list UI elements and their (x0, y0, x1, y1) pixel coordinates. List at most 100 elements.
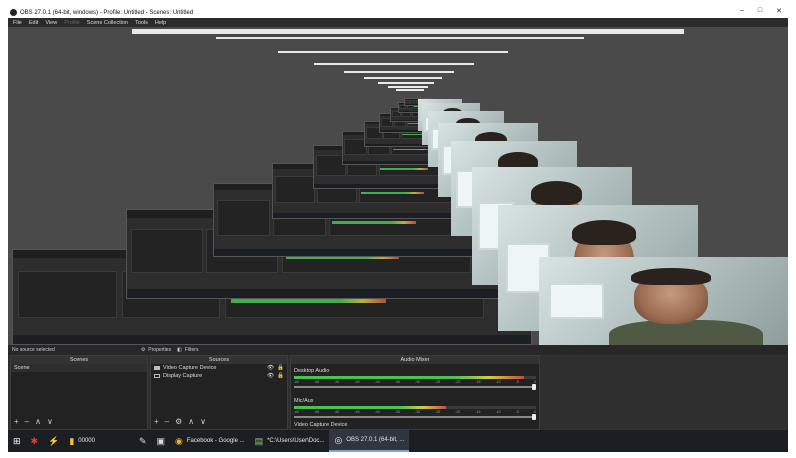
mixer-track-video-capture: Video Capture Device (294, 422, 536, 428)
scene-item[interactable]: Scene (11, 364, 147, 372)
taskbar-item[interactable]: ✎ (134, 430, 152, 452)
sources-dock: Sources Video Capture Device 👁 🔒 Display… (150, 355, 288, 430)
menu-file[interactable]: File (13, 20, 22, 26)
eye-icon[interactable]: 👁 (267, 365, 274, 371)
scale-tick: -50 (334, 380, 340, 384)
scale-tick: -60 (294, 410, 300, 414)
level-meter (294, 376, 536, 379)
audio-mixer-dock: Audio Mixer Desktop Audio -60 -55 -50 -45 -4… (290, 355, 540, 430)
track-name: Desktop Audio (294, 368, 330, 374)
app-red-icon: ✱ (30, 435, 39, 446)
scale-tick: -35 (394, 410, 400, 414)
maximize-button[interactable]: □ (758, 7, 762, 15)
scale-tick: -5 (515, 410, 519, 414)
scale-tick: -40 (374, 380, 380, 384)
taskbar-item-label: *C:\Users\User\Doc... (267, 438, 325, 444)
menu-scene-collection[interactable]: Scene Collection (87, 20, 128, 26)
move-scene-up-button[interactable]: ∧ (35, 417, 41, 426)
remove-source-button[interactable]: – (165, 417, 169, 426)
scale-tick: -55 (314, 410, 320, 414)
scale-tick: -5 (515, 380, 519, 384)
add-scene-button[interactable]: + (14, 417, 19, 426)
window-controls: – □ ✕ (740, 7, 782, 15)
window-title: OBS 27.0.1 (64-bit, windows) - Profile: … (20, 9, 194, 16)
menu-tools[interactable]: Tools (135, 20, 148, 26)
taskbar-item[interactable]: ⊞ (8, 430, 26, 452)
scale-tick: -20 (455, 380, 461, 384)
scale-tick: -40 (374, 410, 380, 414)
scale-tick: -55 (314, 380, 320, 384)
minimize-button[interactable]: – (740, 7, 744, 15)
scale-tick: -20 (455, 410, 461, 414)
audio-mixer-title: Audio Mixer (291, 356, 539, 364)
source-toolbar: No source selected ⚙ Properties ◧ Filter… (8, 345, 788, 355)
add-source-button[interactable]: + (154, 417, 159, 426)
menu-help[interactable]: Help (155, 20, 166, 26)
nested-titlebar (216, 37, 584, 39)
camera-icon (154, 366, 160, 370)
scale-tick: -60 (294, 380, 300, 384)
taskbar-item[interactable]: ⚡ (43, 430, 64, 452)
properties-button[interactable]: ⚙ Properties (141, 347, 171, 353)
nested-titlebar (344, 71, 454, 73)
source-item[interactable]: Video Capture Device 👁 🔒 (151, 364, 287, 372)
windows-icon: ⊞ (13, 435, 21, 446)
taskbar-item[interactable]: ▤ *C:\Users\User\Doc... (250, 430, 330, 452)
chrome-icon: ◉ (175, 435, 183, 446)
scale-tick: -30 (414, 380, 420, 384)
lock-icon[interactable]: 🔒 (277, 373, 284, 379)
nested-titlebar (396, 89, 424, 91)
no-source-label: No source selected (12, 347, 55, 353)
mixer-track-mic: Mic/Aux -60 -55 -50 -45 -40 -35 -30 -25 -20 -15 -1… (294, 398, 536, 420)
scale-tick: -15 (475, 380, 481, 384)
nested-titlebar (378, 82, 434, 84)
volume-slider[interactable] (294, 414, 536, 420)
notepad-icon: ▤ (254, 435, 264, 446)
nested-titlebar (388, 86, 428, 88)
level-meter (294, 406, 536, 409)
taskbar-item[interactable]: ▮ 00000 (64, 430, 100, 452)
lightning-icon: ⚡ (48, 435, 60, 446)
taskbar-item-label: 00000 (78, 438, 95, 444)
menu-view[interactable]: View (45, 20, 57, 26)
nested-titlebar (364, 77, 442, 79)
taskbar-item[interactable]: ◉ Facebook - Google ... (170, 430, 250, 452)
filter-icon: ◧ (177, 347, 182, 353)
nested-titlebar (132, 29, 684, 34)
preview-canvas[interactable] (8, 27, 788, 345)
folder-icon: ▮ (69, 435, 75, 446)
menu-profile[interactable]: Profile (64, 20, 80, 26)
scale-tick: -25 (435, 380, 441, 384)
taskbar-item-label: OBS 27.0.1 (64-bit, ... (346, 437, 405, 443)
remove-scene-button[interactable]: – (25, 417, 29, 426)
nested-titlebar (314, 63, 474, 65)
obs-icon: ◎ (334, 434, 343, 445)
volume-slider[interactable] (294, 384, 536, 390)
scale-tick: -25 (435, 410, 441, 414)
eye-icon[interactable]: 👁 (267, 373, 274, 379)
track-name: Mic/Aux (294, 398, 314, 404)
source-item[interactable]: Display Capture 👁 🔒 (151, 372, 287, 380)
filters-button[interactable]: ◧ Filters (177, 347, 198, 353)
scenes-dock-title: Scenes (11, 356, 147, 364)
taskbar-item[interactable]: ✱ (26, 430, 44, 452)
source-settings-button[interactable]: ⚙ (175, 417, 182, 426)
mixer-track-desktop: Desktop Audio -60 -55 -50 -45 -40 -35 -30 -25 -2… (294, 368, 536, 390)
sources-dock-title: Sources (151, 356, 287, 364)
move-source-down-button[interactable]: ∨ (200, 417, 206, 426)
scale-tick: -30 (414, 410, 420, 414)
taskbar: ⊞ ✱ ⚡ ▮ 00000 ✎ ▣ ◉ Facebook - Google ... ▤ *C:\Us… (8, 430, 788, 452)
lock-icon[interactable]: 🔒 (277, 365, 284, 371)
menu-bar: File Edit View Profile Scene Collection … (8, 18, 788, 27)
move-source-up-button[interactable]: ∧ (188, 417, 194, 426)
move-scene-down-button[interactable]: ∨ (47, 417, 53, 426)
monitor-icon (154, 374, 160, 378)
scenes-toolbar: + – ∧ ∨ (14, 417, 53, 426)
obs-app-icon (10, 9, 17, 16)
taskbar-item[interactable]: ◎ OBS 27.0.1 (64-bit, ... (329, 430, 410, 452)
scale-tick: -35 (394, 380, 400, 384)
close-button[interactable]: ✕ (776, 7, 782, 15)
menu-edit[interactable]: Edit (29, 20, 38, 26)
window-titlebar[interactable]: OBS 27.0.1 (64-bit, windows) - Profile: … (8, 7, 788, 18)
taskbar-item[interactable]: ▣ (152, 430, 171, 452)
